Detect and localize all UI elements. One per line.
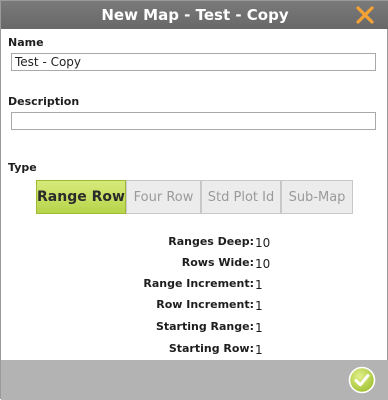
starting-range-label: Starting Range: — [155, 320, 254, 333]
row-increment-label: Row Increment: — [156, 298, 254, 311]
param-row-ranges-deep: Ranges Deep: 10 — [1, 235, 388, 255]
type-option-std-plot-id[interactable]: Std Plot Id — [201, 180, 281, 214]
type-label: Type — [8, 161, 37, 174]
range-increment-label: Range Increment: — [143, 277, 254, 290]
param-row-starting-range: Starting Range: 1 — [1, 320, 388, 340]
check-circle-icon[interactable] — [348, 366, 376, 394]
type-option-four-row[interactable]: Four Row — [126, 180, 201, 214]
dialog-title: New Map - Test - Copy — [101, 6, 289, 24]
new-map-dialog: New Map - Test - Copy Name Description T… — [0, 0, 388, 400]
ranges-deep-value[interactable]: 10 — [255, 236, 270, 250]
row-increment-value[interactable]: 1 — [255, 299, 263, 313]
type-option-sub-map[interactable]: Sub-Map — [281, 180, 353, 214]
ranges-deep-label: Ranges Deep: — [168, 235, 254, 248]
range-increment-value[interactable]: 1 — [255, 278, 263, 292]
starting-range-value[interactable]: 1 — [255, 321, 263, 335]
starting-row-label: Starting Row: — [168, 342, 254, 355]
param-row-starting-row: Starting Row: 1 — [1, 342, 388, 362]
rows-wide-label: Rows Wide: — [181, 256, 254, 269]
close-icon[interactable] — [355, 5, 375, 25]
name-input[interactable] — [11, 53, 376, 71]
dialog-footer — [1, 360, 388, 400]
title-bar: New Map - Test - Copy — [1, 1, 388, 29]
starting-row-value[interactable]: 1 — [255, 343, 263, 357]
description-input[interactable] — [11, 112, 376, 130]
param-row-rows-wide: Rows Wide: 10 — [1, 256, 388, 276]
name-label: Name — [8, 36, 44, 49]
param-row-row-increment: Row Increment: 1 — [1, 298, 388, 318]
param-row-range-increment: Range Increment: 1 — [1, 277, 388, 297]
description-label: Description — [8, 95, 80, 108]
type-option-range-row[interactable]: Range Row — [36, 180, 126, 214]
rows-wide-value[interactable]: 10 — [255, 257, 270, 271]
